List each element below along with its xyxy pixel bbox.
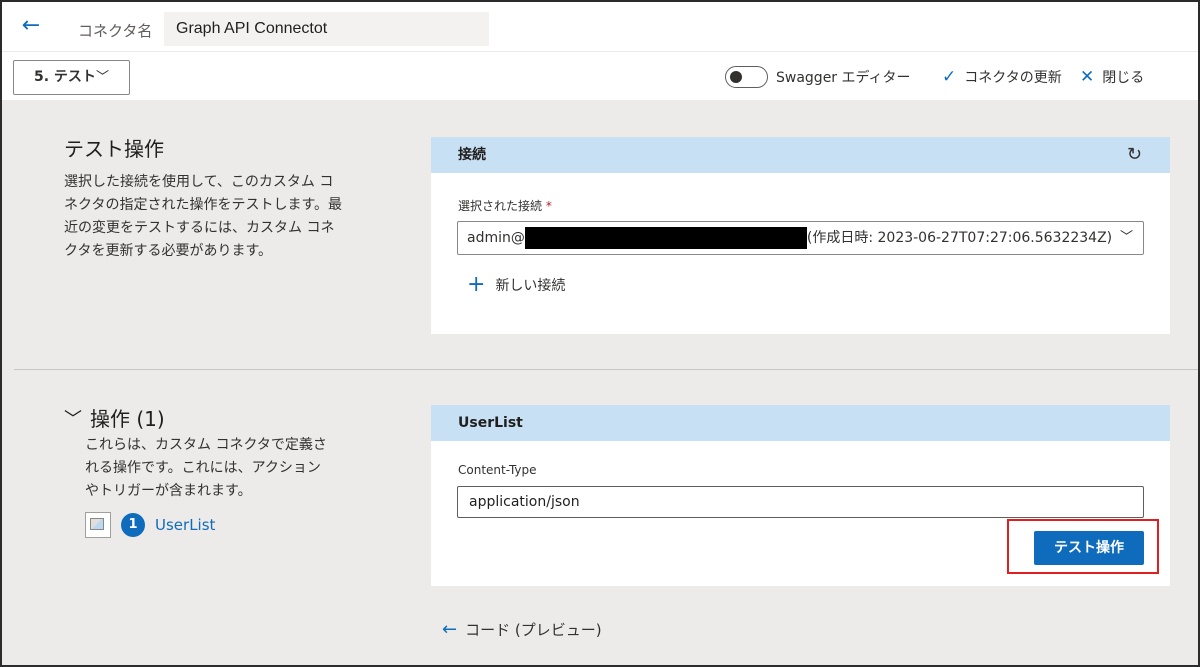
content-type-input[interactable]: application/json: [457, 486, 1144, 518]
close-button[interactable]: ✕ 閉じる: [1080, 66, 1144, 88]
swagger-editor-label: Swagger エディター: [776, 70, 911, 86]
check-icon: ✓: [942, 67, 957, 87]
new-connection-button[interactable]: + 新しい接続: [467, 272, 566, 297]
content-type-label: Content-Type: [458, 463, 537, 477]
selected-connection-label-text: 選択された接続: [458, 199, 543, 213]
close-icon: ✕: [1080, 67, 1095, 87]
refresh-icon[interactable]: ↻: [1127, 137, 1142, 173]
required-mark: *: [545, 199, 552, 213]
back-arrow-icon[interactable]: ←: [16, 12, 46, 42]
redacted-block: [524, 227, 807, 249]
connection-card-header: 接続 ↻: [431, 137, 1170, 173]
connector-name-label: コネクタ名: [78, 22, 153, 40]
operation-number-badge: 1: [121, 513, 145, 537]
chevron-down-icon: ﹀: [1119, 230, 1133, 245]
connection-account-prefix: admin@: [467, 230, 525, 246]
plus-icon: +: [467, 272, 486, 297]
update-connector-button[interactable]: ✓ コネクタの更新: [942, 66, 1062, 88]
update-connector-label: コネクタの更新: [964, 70, 1062, 86]
test-section-description: 選択した接続を使用して、このカスタム コネクタの指定された操作をテストします。最…: [64, 174, 343, 259]
code-preview-label: コード (プレビュー): [465, 621, 602, 639]
connection-card-title: 接続: [458, 147, 486, 163]
connection-select[interactable]: admin@ (作成日時: 2023-06-27T07:27:06.5632234…: [457, 221, 1144, 255]
connector-name-input[interactable]: Graph API Connectot: [164, 12, 489, 46]
main-content: テスト操作 選択した接続を使用して、このカスタム コネクタの指定された操作をテス…: [2, 100, 1198, 665]
back-arrow-icon: ←: [442, 619, 458, 640]
operation-card-title: UserList: [458, 415, 523, 431]
operation-card: UserList Content-Type application/json テ…: [431, 405, 1170, 586]
connection-created-at: (作成日時: 2023-06-27T07:27:06.5632234Z): [806, 230, 1113, 246]
connection-card: 接続 ↻ 選択された接続 * admin@ (作成日時: 2023-06-27T0…: [431, 137, 1170, 334]
chevron-down-icon: ﹀: [95, 70, 109, 85]
selected-connection-label: 選択された接続 *: [458, 197, 552, 214]
code-preview-link[interactable]: ← コード (プレビュー): [442, 619, 602, 640]
toolbar: 5. テスト ﹀ Swagger エディター ✓ コネクタの更新 ✕ 閉じる: [2, 52, 1198, 100]
new-connection-label: 新しい接続: [495, 278, 566, 294]
operations-description: これらは、カスタム コネクタで定義される操作です。これには、アクションやトリガー…: [85, 437, 327, 499]
swagger-editor-toggle-group: Swagger エディター: [725, 66, 911, 88]
operations-collapse-toggle[interactable]: ﹀ 操作 (1): [64, 403, 165, 432]
operations-title: 操作 (1): [90, 407, 165, 431]
app-window: ← コネクタ名 Graph API Connectot 5. テスト ﹀ Swa…: [0, 0, 1200, 667]
operation-card-header: UserList: [431, 405, 1170, 441]
swagger-editor-toggle[interactable]: [725, 66, 768, 88]
toggle-knob: [730, 71, 742, 83]
title-bar: ← コネクタ名 Graph API Connectot: [2, 2, 1198, 52]
broken-image-icon: [85, 512, 111, 538]
operation-list-item[interactable]: 1 UserList: [85, 512, 215, 538]
test-operation-button[interactable]: テスト操作: [1034, 531, 1144, 565]
chevron-down-icon: ﹀: [64, 408, 82, 430]
close-label: 閉じる: [1102, 70, 1145, 86]
step-dropdown-label: 5. テスト: [34, 69, 96, 85]
operation-name-link[interactable]: UserList: [155, 516, 215, 534]
test-section-title: テスト操作: [64, 137, 164, 161]
step-dropdown[interactable]: 5. テスト ﹀: [13, 60, 130, 95]
section-divider: [14, 369, 1198, 370]
